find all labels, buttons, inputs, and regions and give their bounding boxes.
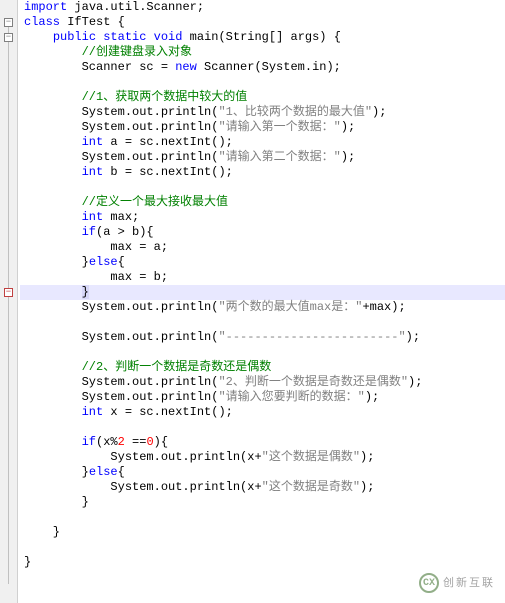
line-indicator-icon: − <box>4 288 13 297</box>
code-line: System.out.println("两个数的最大值max是："+max); <box>20 300 505 315</box>
code-line: System.out.println("--------------------… <box>20 330 505 345</box>
code-line <box>20 345 505 360</box>
code-line: System.out.println("请输入您要判断的数据："); <box>20 390 505 405</box>
code-line <box>20 420 505 435</box>
code-line: }else{ <box>20 255 505 270</box>
code-line: int x = sc.nextInt(); <box>20 405 505 420</box>
fold-toggle-icon[interactable]: − <box>4 33 13 42</box>
code-line: if(a > b){ <box>20 225 505 240</box>
code-line: //2、判断一个数据是奇数还是偶数 <box>20 360 505 375</box>
code-line: import java.util.Scanner; <box>20 0 505 15</box>
code-line: System.out.println("请输入第二个数据："); <box>20 150 505 165</box>
code-line: //定义一个最大接收最大值 <box>20 195 505 210</box>
code-line: //1、获取两个数据中较大的值 <box>20 90 505 105</box>
code-line <box>20 180 505 195</box>
code-line: int a = sc.nextInt(); <box>20 135 505 150</box>
code-line: }else{ <box>20 465 505 480</box>
watermark-logo-icon: CX <box>419 573 439 593</box>
code-line <box>20 315 505 330</box>
code-area: import java.util.Scanner;class IfTest { … <box>20 0 505 603</box>
code-line: System.out.println(x+"这个数据是奇数"); <box>20 480 505 495</box>
code-line: } <box>20 495 505 510</box>
code-line <box>20 510 505 525</box>
code-line: int b = sc.nextInt(); <box>20 165 505 180</box>
code-line: int max; <box>20 210 505 225</box>
code-line: Scanner sc = new Scanner(System.in); <box>20 60 505 75</box>
code-line: if(x%2 ==0){ <box>20 435 505 450</box>
watermark-text: 创新互联 <box>443 576 495 591</box>
code-line: } <box>20 285 505 300</box>
code-line: public static void main(String[] args) { <box>20 30 505 45</box>
code-line: System.out.println("1、比较两个数据的最大值"); <box>20 105 505 120</box>
editor-gutter: − − − <box>0 0 18 603</box>
code-line: max = a; <box>20 240 505 255</box>
code-line: } <box>20 525 505 540</box>
watermark: CX 创新互联 <box>419 573 495 593</box>
code-line: //创建键盘录入对象 <box>20 45 505 60</box>
code-line: System.out.println("2、判断一个数据是奇数还是偶数"); <box>20 375 505 390</box>
code-line: System.out.println(x+"这个数据是偶数"); <box>20 450 505 465</box>
code-line: System.out.println("请输入第一个数据："); <box>20 120 505 135</box>
fold-toggle-icon[interactable]: − <box>4 18 13 27</box>
code-line <box>20 540 505 555</box>
code-line: class IfTest { <box>20 15 505 30</box>
code-line: max = b; <box>20 270 505 285</box>
code-line: } <box>20 555 505 570</box>
code-line <box>20 75 505 90</box>
